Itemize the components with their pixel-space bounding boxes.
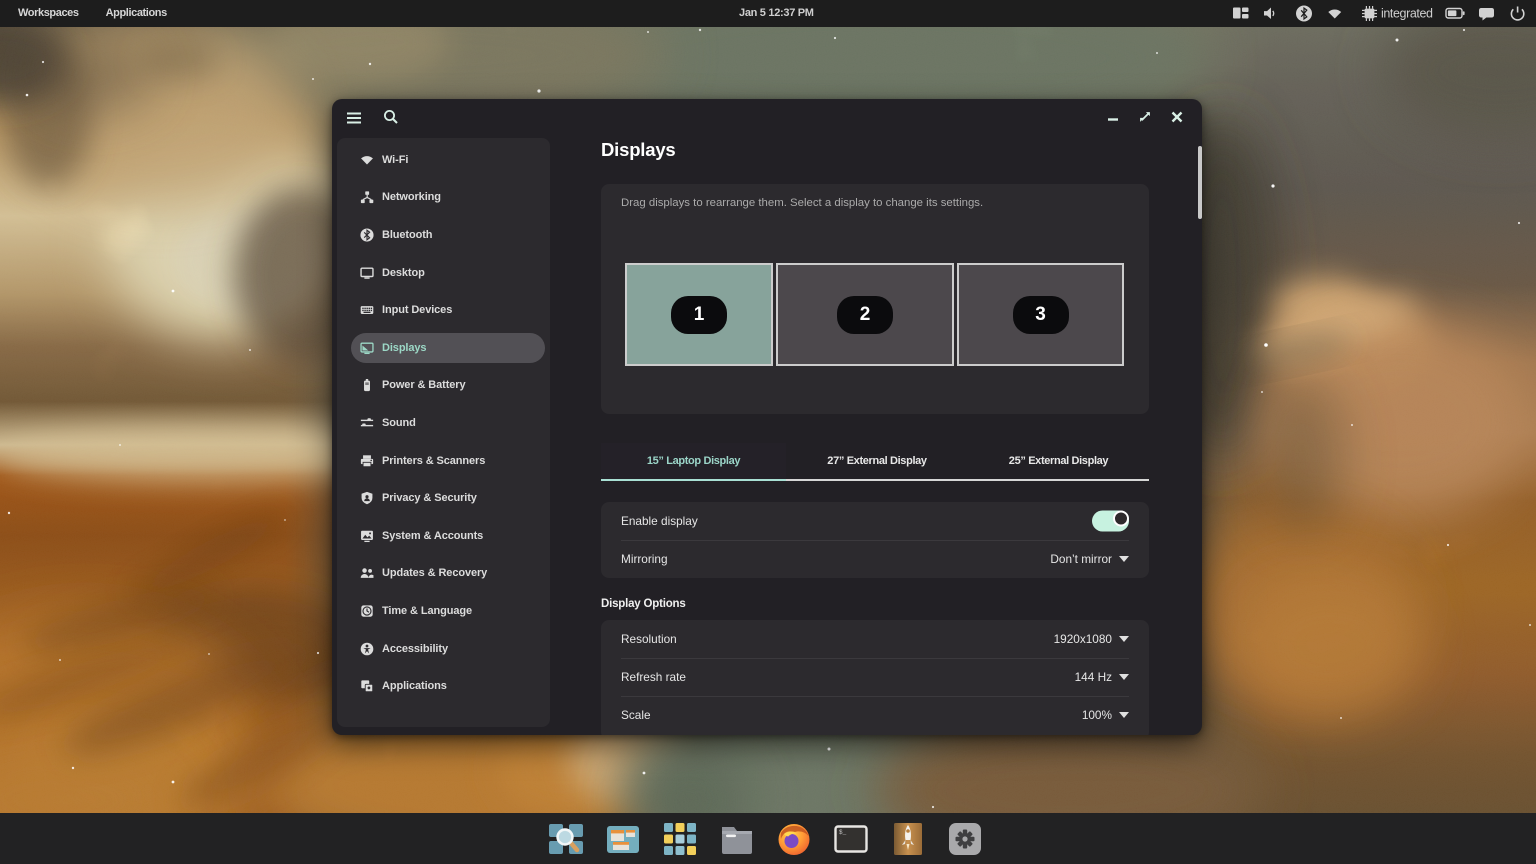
svg-text:integrated: integrated [1381,7,1433,21]
svg-text:$_: $_ [839,829,847,836]
